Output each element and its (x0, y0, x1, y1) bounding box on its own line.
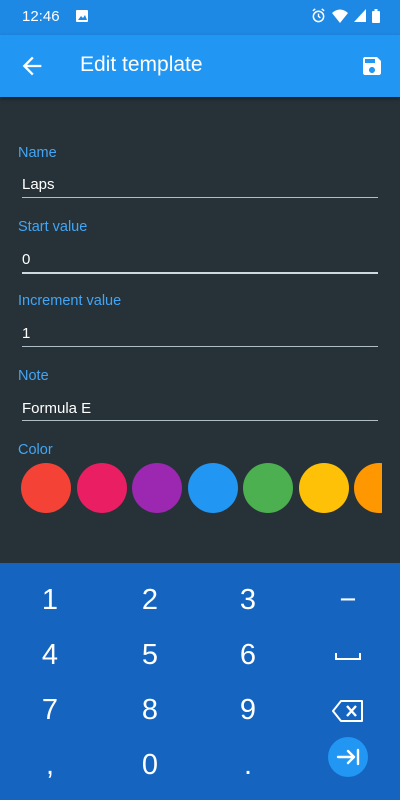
start-value-field[interactable] (22, 244, 378, 274)
color-picker (21, 463, 382, 513)
page-title: Edit template (80, 53, 203, 76)
key-6[interactable]: 6 (198, 628, 298, 683)
back-arrow-icon[interactable] (18, 52, 46, 80)
key-1[interactable]: 1 (0, 573, 100, 628)
alarm-icon (312, 8, 325, 23)
key-5[interactable]: 5 (100, 628, 200, 683)
color-swatch-orange[interactable] (354, 463, 382, 513)
name-field-underline (22, 197, 378, 198)
name-label: Name (18, 145, 57, 161)
color-swatch-green[interactable] (243, 463, 293, 513)
increment-value-underline (22, 346, 378, 347)
space-bar-icon (335, 652, 361, 660)
color-swatch-pink[interactable] (76, 463, 127, 513)
key-space[interactable] (298, 628, 398, 683)
key-comma[interactable]: , (0, 738, 100, 793)
key-3[interactable]: 3 (198, 573, 298, 628)
status-bar: 12:46 (0, 0, 400, 35)
save-icon[interactable] (360, 54, 384, 78)
key-9[interactable]: 9 (198, 683, 298, 738)
start-value-underline (22, 272, 378, 274)
increment-value-field[interactable] (22, 318, 378, 348)
color-swatch-red[interactable] (21, 463, 71, 513)
key-period[interactable]: . (198, 738, 298, 793)
increment-value-label: Increment value (18, 293, 122, 309)
key-minus[interactable]: − (298, 573, 398, 628)
note-underline (22, 420, 378, 421)
image-notification-icon (76, 10, 88, 22)
key-0[interactable]: 0 (100, 738, 200, 793)
color-swatch-blue[interactable] (187, 463, 238, 513)
note-label: Note (18, 368, 49, 384)
signal-icon (354, 9, 366, 22)
app-bar: Edit template (0, 35, 400, 97)
color-swatch-amber[interactable] (298, 463, 349, 513)
color-swatch-purple[interactable] (132, 463, 182, 513)
key-8[interactable]: 8 (100, 683, 200, 738)
color-label: Color (18, 442, 53, 458)
start-value-label: Start value (18, 219, 88, 235)
tab-next-icon (336, 748, 360, 766)
battery-icon (372, 8, 380, 23)
key-tab[interactable] (328, 737, 368, 777)
name-field[interactable] (22, 169, 378, 199)
wifi-icon (332, 9, 348, 23)
status-icons (311, 8, 380, 23)
backspace-icon (332, 699, 363, 722)
key-7[interactable]: 7 (0, 683, 100, 738)
key-2[interactable]: 2 (100, 573, 200, 628)
key-backspace[interactable] (298, 683, 398, 738)
key-4[interactable]: 4 (0, 628, 100, 683)
note-field[interactable] (22, 393, 378, 423)
status-time: 12:46 (22, 8, 60, 25)
